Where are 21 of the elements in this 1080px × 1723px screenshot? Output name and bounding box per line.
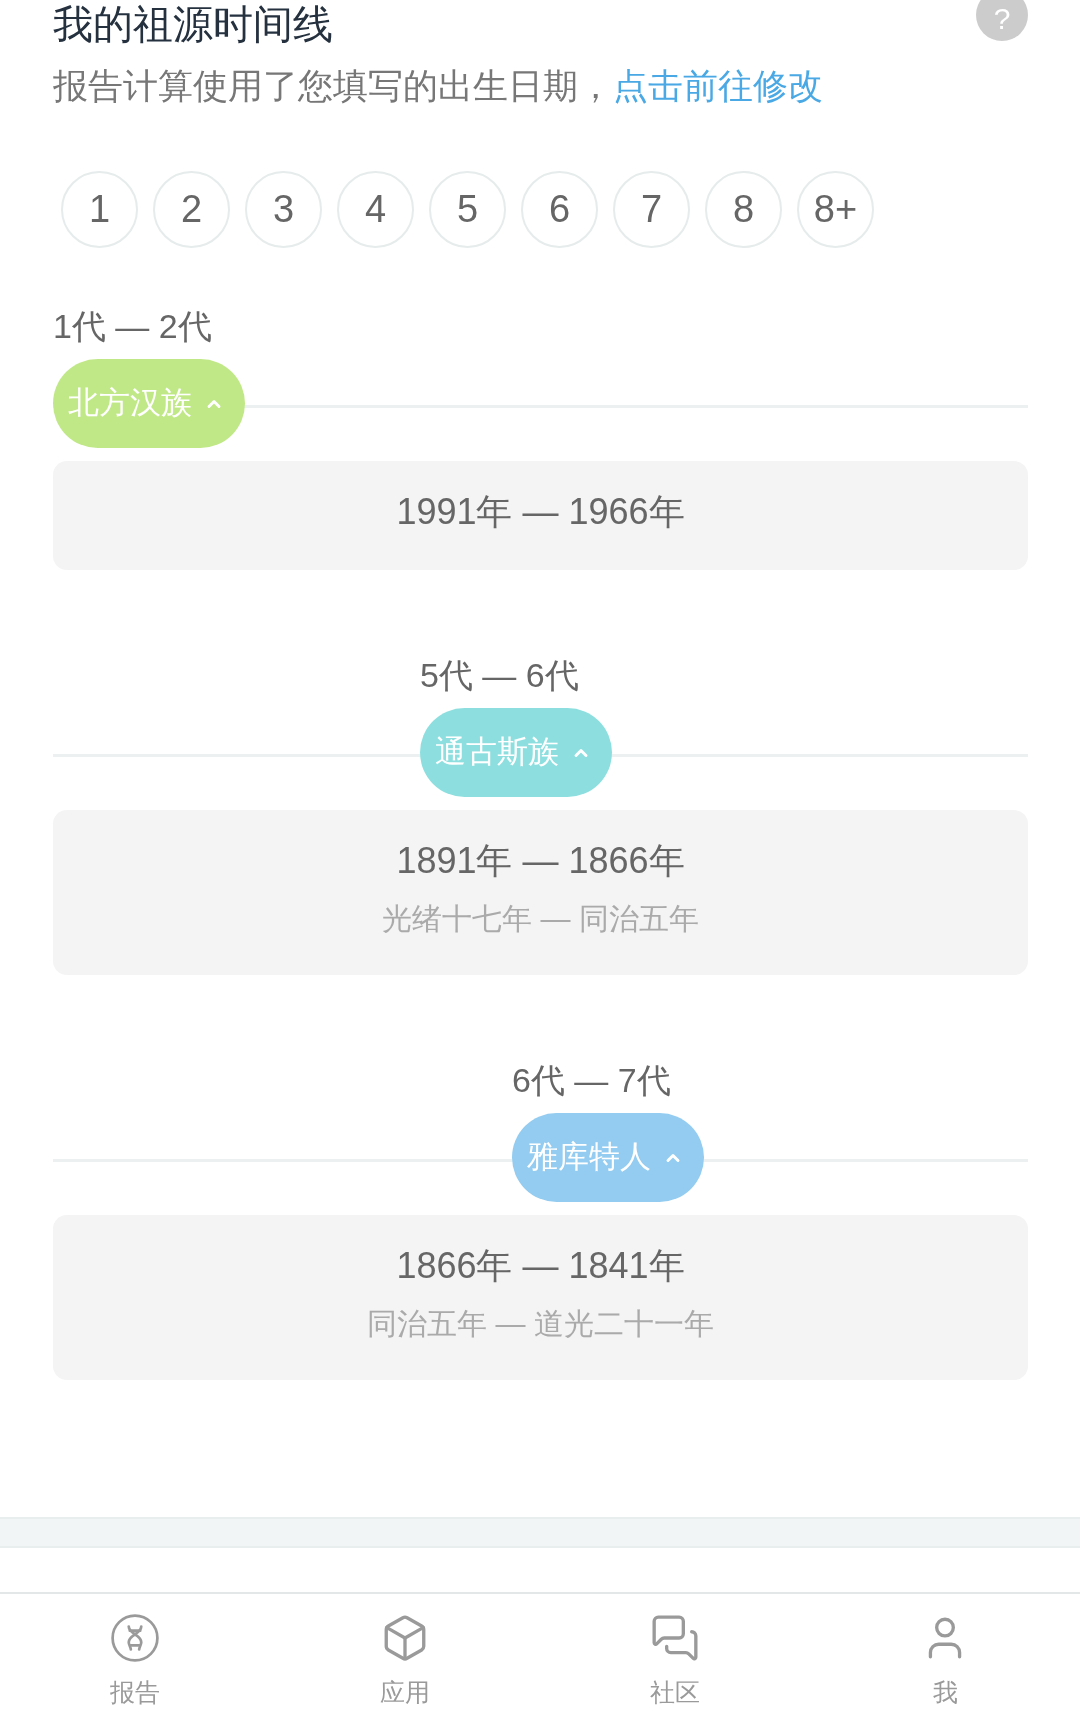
generation-filter-button[interactable]: 5 xyxy=(429,171,506,248)
generation-filter-button[interactable]: 2 xyxy=(153,171,230,248)
generation-filter-button[interactable]: 4 xyxy=(337,171,414,248)
chat-bubbles-icon xyxy=(650,1613,700,1663)
dna-circle-icon xyxy=(110,1613,160,1663)
generation-filter-button[interactable]: 8 xyxy=(705,171,782,248)
generation-filter-button[interactable]: 8+ xyxy=(797,171,874,248)
generation-filter-button[interactable]: 7 xyxy=(613,171,690,248)
generation-filter-button[interactable]: 6 xyxy=(521,171,598,248)
birth-date-note: 报告计算使用了您填写的出生日期，点击前往修改 xyxy=(53,65,824,107)
generation-filter-button[interactable]: 3 xyxy=(245,171,322,248)
year-range: 1991年 — 1966年 xyxy=(396,490,685,534)
reign-range: 光绪十七年 — 同治五年 xyxy=(382,901,699,937)
year-range: 1891年 — 1866年 xyxy=(396,839,685,883)
page-title: 我的祖源时间线 xyxy=(53,1,333,48)
generation-range: 1代 — 2代 xyxy=(53,307,212,345)
year-range: 1866年 — 1841年 xyxy=(396,1244,685,1288)
reign-range: 同治五年 — 道光二十一年 xyxy=(367,1306,714,1342)
generation-filter-button[interactable]: 1 xyxy=(61,171,138,248)
generation-range: 6代 — 7代 xyxy=(512,1061,671,1099)
generation-range: 5代 — 6代 xyxy=(420,656,579,694)
